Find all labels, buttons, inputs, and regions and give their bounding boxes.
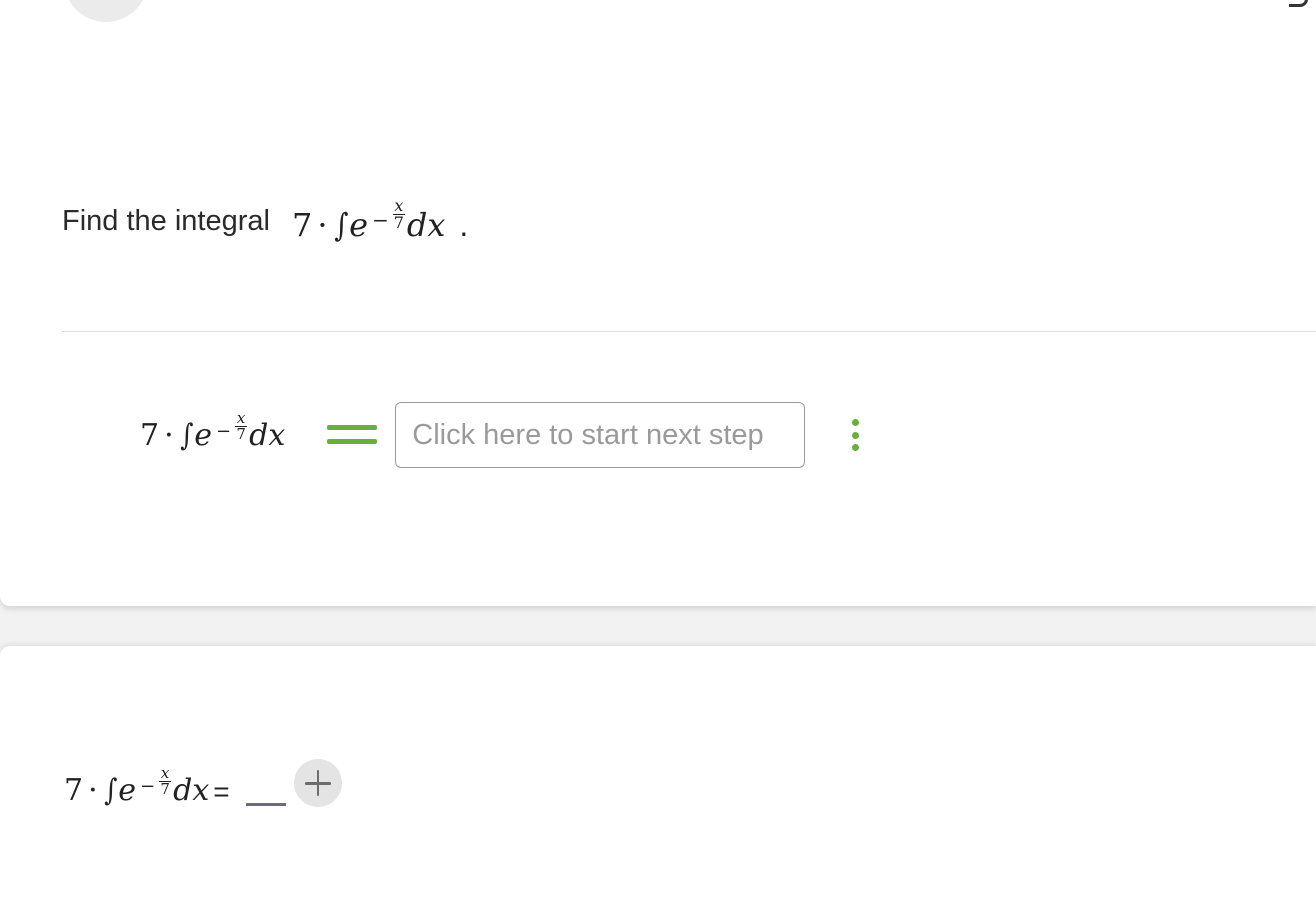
add-button[interactable]: [293, 759, 342, 807]
differential: dx: [173, 773, 210, 808]
problem-expression: 7 · ∫ e − x 7 dx .: [291, 198, 469, 245]
fraction-numerator: x: [160, 764, 170, 782]
period: .: [459, 207, 469, 243]
kebab-dot: [851, 431, 859, 439]
exponent: − x 7: [216, 410, 248, 442]
exponent-sign: −: [140, 776, 156, 797]
avatar[interactable]: [64, 0, 148, 22]
dot-operator: ·: [164, 417, 174, 453]
fraction-denominator: 7: [236, 424, 246, 443]
divider: [62, 331, 1316, 332]
exponent: − x 7: [140, 766, 172, 797]
integral-sign: ∫: [103, 773, 118, 808]
fraction-denominator: 7: [393, 213, 404, 232]
answer-blank[interactable]: [245, 803, 286, 806]
exponent-sign: −: [372, 208, 389, 232]
coefficient: 7: [64, 773, 84, 808]
exponent-fraction: x 7: [392, 196, 405, 232]
differential: dx: [249, 417, 286, 453]
problem-statement: Find the integral 7 · ∫ e − x 7 dx .: [62, 168, 469, 245]
integral-sign: ∫: [333, 206, 348, 244]
problem-card: Find the integral 7 · ∫ e − x 7 dx . 7 ·…: [0, 0, 1316, 606]
exp-base: e: [118, 773, 137, 808]
integral-sign: ∫: [179, 417, 194, 453]
coefficient: 7: [291, 206, 313, 244]
kebab-dot: [851, 419, 859, 426]
step-row: 7 · ∫ e − x 7 dx: [140, 398, 861, 472]
answer-card: 7 · ∫ e − x 7 dx =: [0, 646, 1316, 898]
problem-text: Find the integral: [62, 205, 270, 237]
kebab-dot: [851, 444, 859, 451]
exponent-fraction: x 7: [159, 764, 172, 798]
dot-operator: ·: [317, 206, 328, 244]
plus-icon: [304, 770, 331, 796]
dot-operator: ·: [88, 773, 98, 808]
exponent-fraction: x 7: [235, 408, 248, 443]
fraction-denominator: 7: [160, 780, 170, 798]
fraction-numerator: x: [236, 408, 246, 427]
exp-base: e: [194, 417, 213, 453]
exponent-sign: −: [216, 420, 232, 442]
answer-expression: 7 · ∫ e − x 7 dx =: [64, 766, 230, 809]
equals-icon[interactable]: [327, 422, 378, 448]
differential: dx: [406, 206, 446, 244]
exponent: − x 7: [372, 198, 405, 232]
chevron-icon[interactable]: [1289, 0, 1308, 7]
kebab-menu-icon[interactable]: [849, 419, 861, 451]
coefficient: 7: [140, 417, 160, 453]
answer-row: 7 · ∫ e − x 7 dx =: [64, 728, 342, 808]
fraction-numerator: x: [394, 196, 404, 215]
next-step-input[interactable]: [395, 402, 806, 468]
exp-base: e: [349, 206, 369, 244]
step-expression: 7 · ∫ e − x 7 dx: [140, 410, 286, 453]
equals-sign: =: [213, 776, 230, 807]
